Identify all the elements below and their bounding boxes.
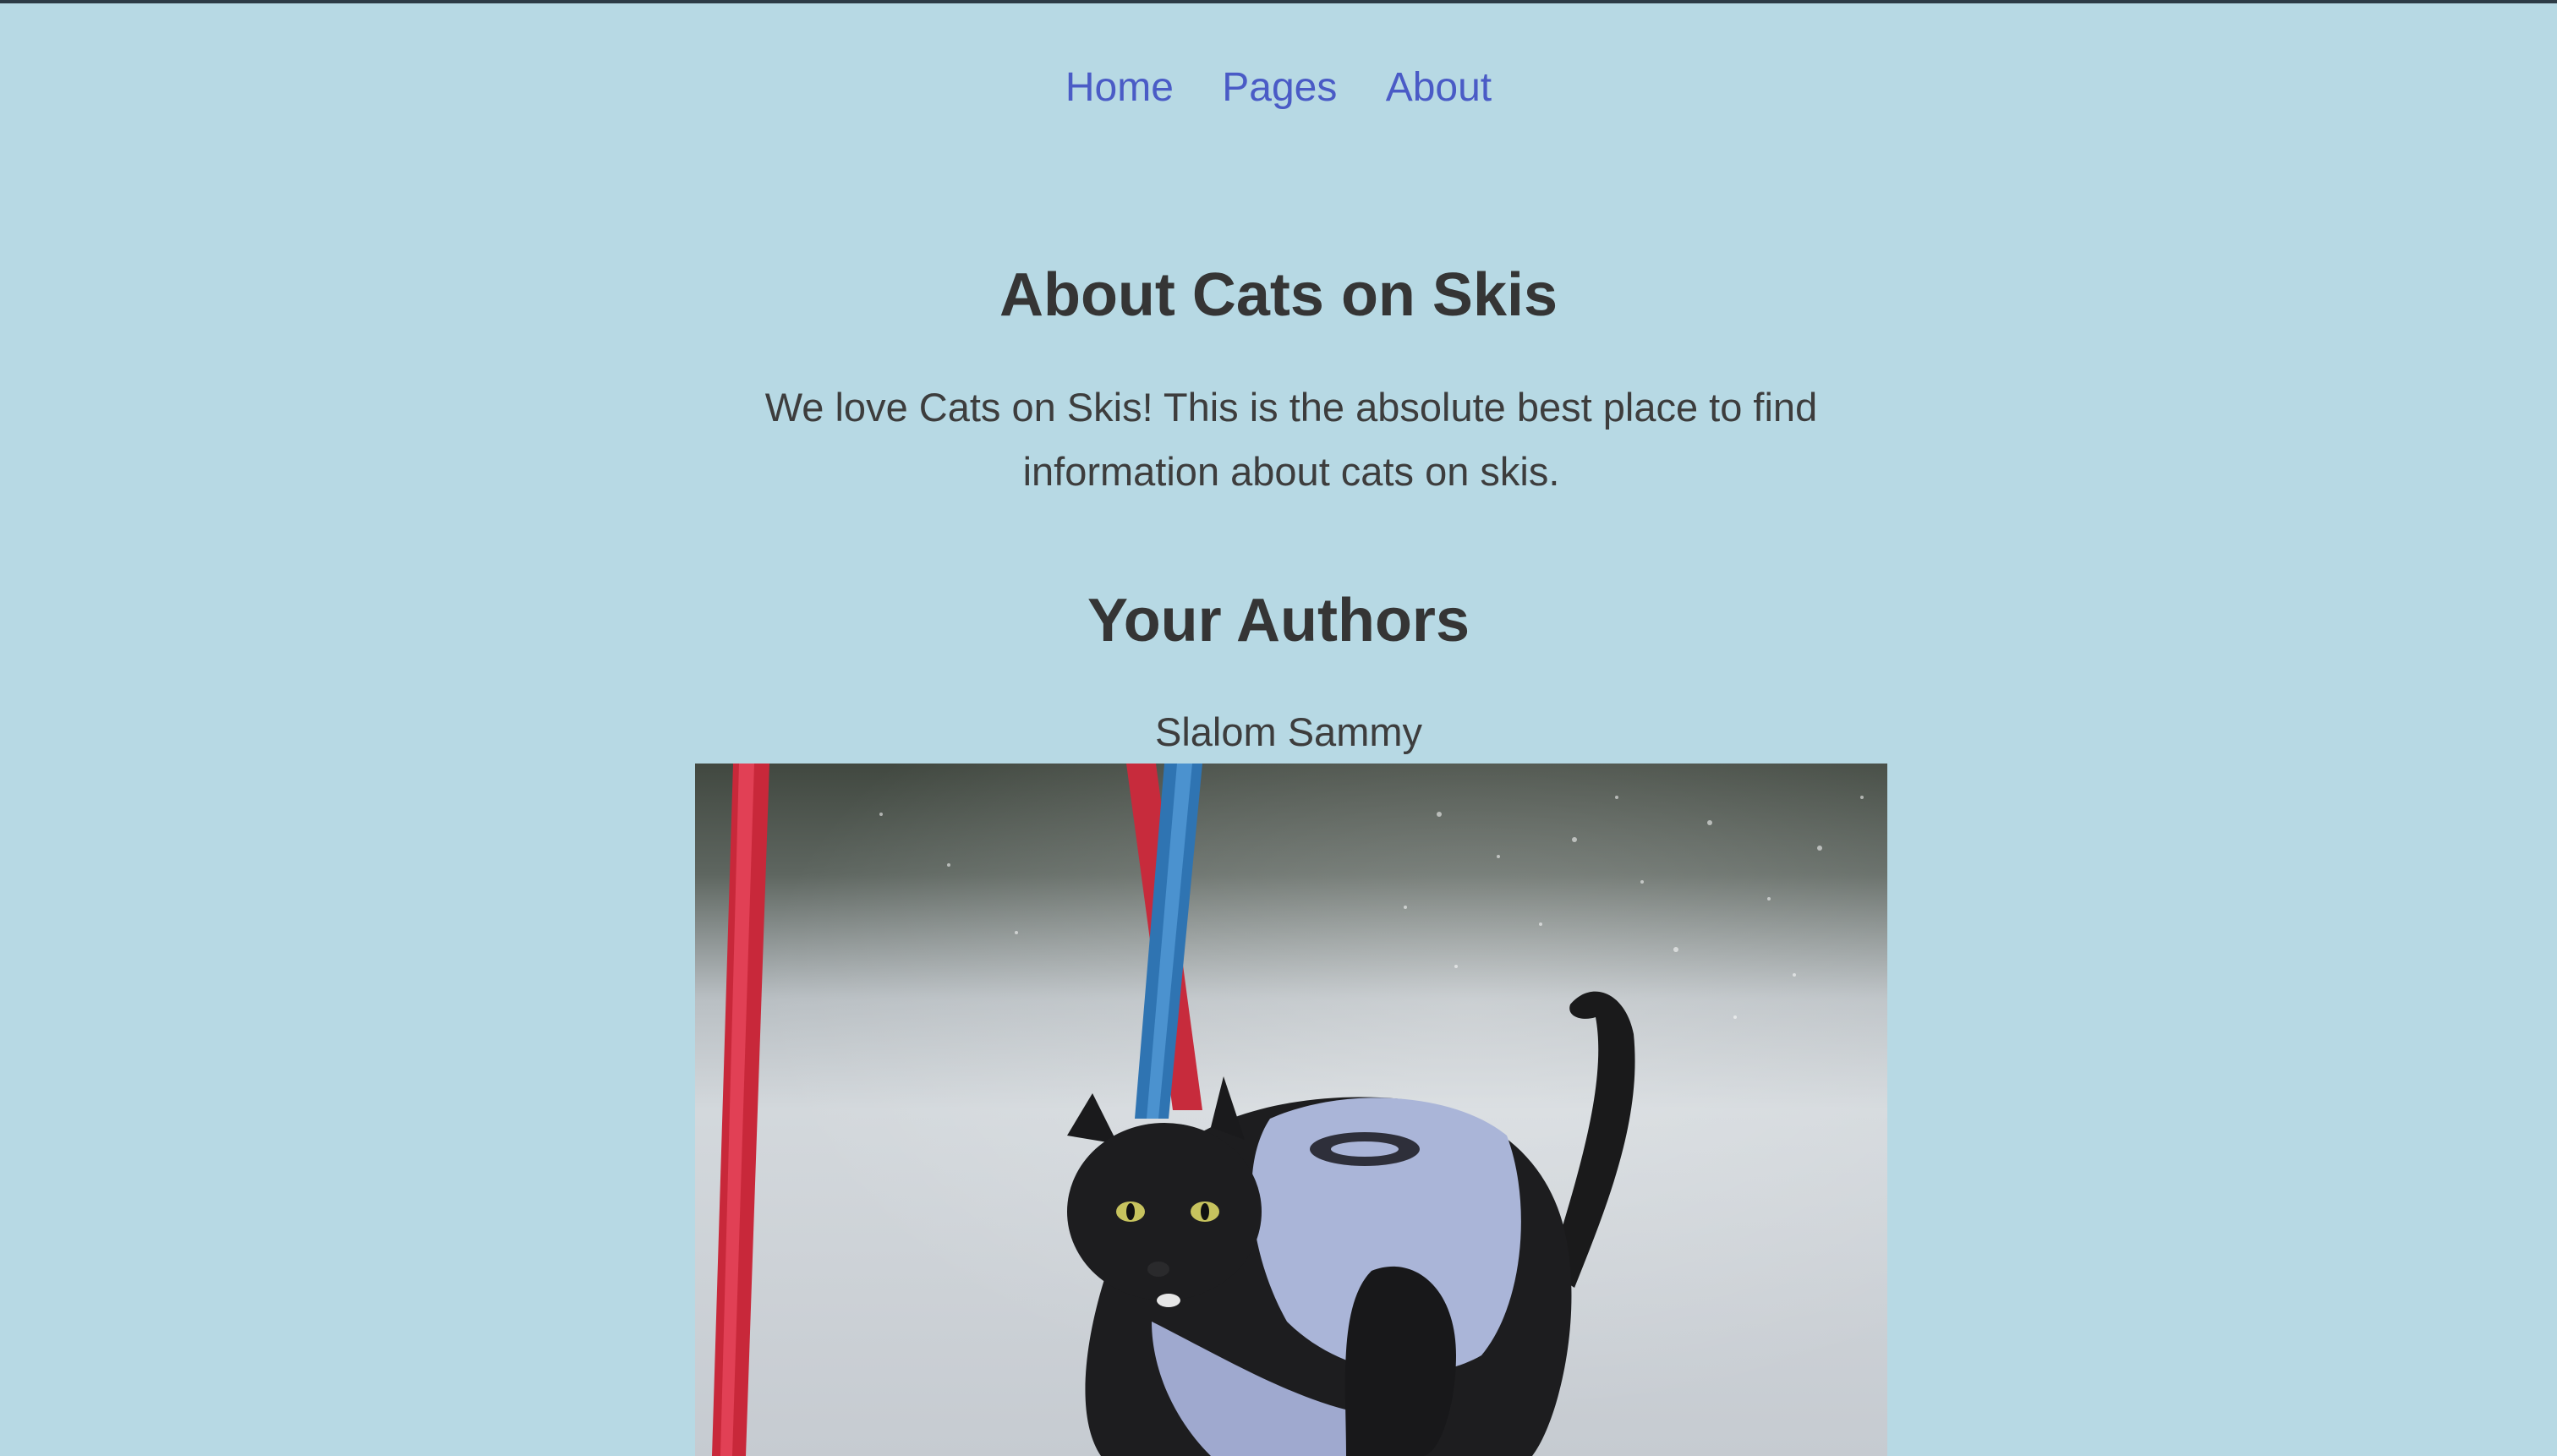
nav-link-about[interactable]: About	[1386, 65, 1492, 110]
page-title: About Cats on Skis	[999, 261, 1558, 329]
intro-paragraph: We love Cats on Skis! This is the absolu…	[764, 385, 1818, 494]
authors-heading: Your Authors	[1087, 587, 1470, 654]
author-name: Slalom Sammy	[1154, 709, 1422, 754]
author-photo	[695, 764, 1887, 1456]
nav-link-home[interactable]: Home	[1065, 65, 1174, 110]
main-nav: Home Pages About	[0, 63, 2557, 113]
nav-link-pages[interactable]: Pages	[1222, 65, 1337, 110]
